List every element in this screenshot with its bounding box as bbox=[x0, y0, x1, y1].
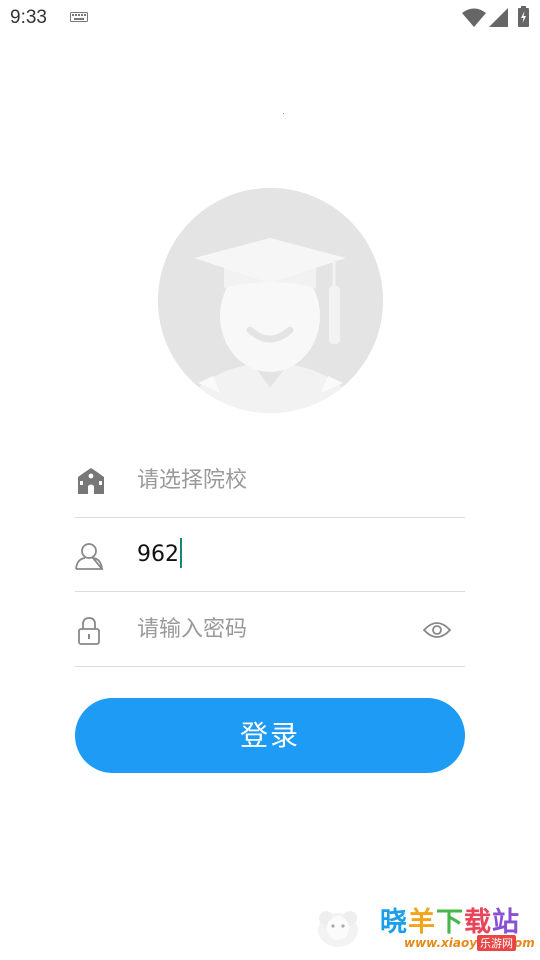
signal-icon bbox=[489, 8, 508, 27]
sheep-logo-icon bbox=[318, 911, 358, 947]
status-time: 9:33 bbox=[10, 7, 47, 28]
password-field[interactable]: 请输入密码 bbox=[75, 593, 465, 667]
school-building-icon bbox=[78, 468, 104, 494]
watermark-badge: 乐游网 bbox=[477, 935, 516, 951]
watermark-char: 站 bbox=[492, 907, 520, 938]
battery-charging-icon bbox=[518, 6, 529, 27]
watermark-char: 载 bbox=[464, 907, 492, 938]
status-bar: 9:33 bbox=[0, 0, 540, 36]
lock-icon bbox=[78, 617, 100, 645]
login-button[interactable]: 登录 bbox=[75, 698, 465, 773]
graduate-avatar-icon bbox=[158, 188, 383, 413]
text-cursor bbox=[180, 538, 182, 568]
eye-icon[interactable] bbox=[423, 620, 451, 640]
school-select[interactable]: 请选择院校 bbox=[75, 444, 465, 518]
username-field[interactable]: 962 bbox=[75, 518, 465, 592]
username-input[interactable]: 962 bbox=[137, 542, 179, 567]
user-icon bbox=[75, 543, 104, 570]
watermark-char: 羊 bbox=[408, 907, 436, 938]
watermark-title: 晓羊下载站 bbox=[380, 900, 520, 939]
keyboard-icon bbox=[70, 12, 88, 22]
avatar bbox=[158, 188, 383, 413]
password-placeholder: 请输入密码 bbox=[137, 617, 248, 642]
watermark-char: 晓 bbox=[380, 907, 408, 938]
wifi-icon bbox=[462, 8, 486, 27]
decorative-dot bbox=[283, 113, 284, 114]
watermark-char: 下 bbox=[436, 907, 464, 938]
watermark: 晓羊下载站 www.xiaoyang.com 乐游网 bbox=[312, 898, 540, 960]
school-select-placeholder: 请选择院校 bbox=[137, 468, 248, 493]
